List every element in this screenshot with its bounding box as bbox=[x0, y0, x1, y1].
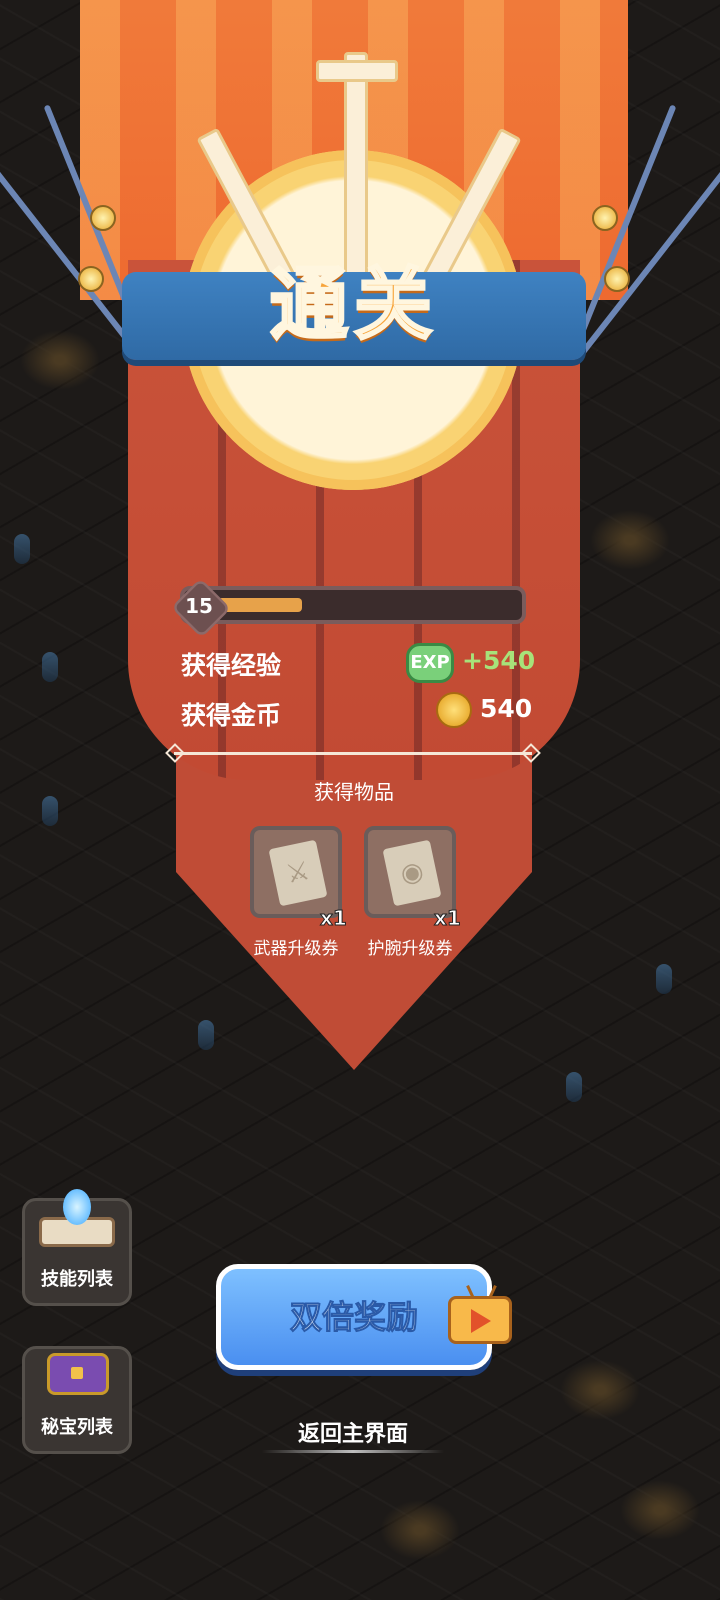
side-button-label: 秘宝列表 bbox=[41, 1417, 113, 1438]
divider bbox=[174, 752, 532, 755]
level-number: 15 bbox=[185, 594, 213, 618]
weapon-ticket-icon: ⚔ bbox=[268, 839, 328, 907]
spear-orb bbox=[592, 205, 618, 231]
crystal-decoration bbox=[198, 1020, 214, 1050]
crystal-decoration bbox=[656, 964, 672, 994]
video-ad-icon bbox=[448, 1285, 512, 1344]
spear-orb bbox=[604, 266, 630, 292]
item-weapon-ticket[interactable]: ⚔ bbox=[250, 826, 342, 918]
gold-coin-icon bbox=[436, 692, 472, 728]
bush-decoration bbox=[560, 1360, 640, 1420]
bush-decoration bbox=[590, 510, 670, 570]
stage-clear-title: 通关 bbox=[268, 259, 438, 352]
item-quantity: x1 bbox=[320, 906, 348, 931]
sword-hilt bbox=[316, 60, 398, 82]
back-link-underline bbox=[262, 1450, 444, 1453]
gold-label: 获得金币 bbox=[181, 701, 282, 730]
item-quantity: x1 bbox=[434, 906, 462, 931]
treasure-chest-icon bbox=[39, 1337, 115, 1397]
bush-decoration bbox=[380, 1500, 460, 1560]
items-section-title: 获得物品 bbox=[314, 780, 394, 804]
exp-icon: EXP bbox=[406, 643, 454, 683]
crystal-decoration bbox=[42, 652, 58, 682]
bush-decoration bbox=[620, 1480, 700, 1540]
crystal-decoration bbox=[566, 1072, 582, 1102]
item-bracer-ticket[interactable]: ◉ bbox=[364, 826, 456, 918]
exp-label: 获得经验 bbox=[181, 651, 282, 680]
level-progress-bar bbox=[180, 586, 526, 624]
spear-orb bbox=[90, 205, 116, 231]
level-progress-fill bbox=[218, 598, 302, 612]
crystal-decoration bbox=[14, 534, 30, 564]
exp-value: +540 bbox=[462, 646, 536, 675]
bracer-ticket-icon: ◉ bbox=[382, 839, 442, 907]
back-to-main-link[interactable]: 返回主界面 bbox=[262, 1416, 444, 1448]
side-button-label: 技能列表 bbox=[41, 1269, 113, 1290]
sword-icon bbox=[344, 52, 368, 278]
item-name: 武器升级券 bbox=[253, 939, 339, 959]
gold-value: 540 bbox=[480, 694, 533, 723]
skill-list-button[interactable]: 技能列表 bbox=[22, 1189, 132, 1306]
bush-decoration bbox=[20, 330, 100, 390]
skill-book-icon bbox=[39, 1189, 115, 1249]
treasure-list-button[interactable]: 秘宝列表 bbox=[22, 1346, 132, 1454]
item-name: 护腕升级券 bbox=[367, 939, 453, 959]
spear-orb bbox=[78, 266, 104, 292]
crystal-decoration bbox=[42, 796, 58, 826]
